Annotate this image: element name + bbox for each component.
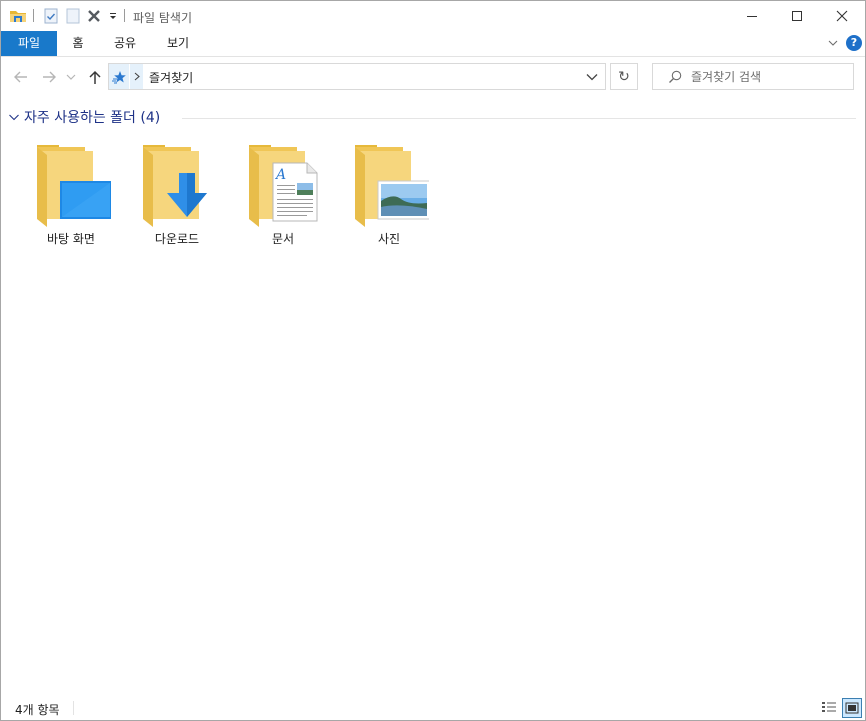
forward-arrow-icon xyxy=(43,71,56,83)
tab-file[interactable]: 파일 xyxy=(1,31,57,56)
tab-view[interactable]: 보기 xyxy=(158,31,198,56)
chevron-down-icon xyxy=(66,74,76,80)
expand-ribbon-icon[interactable] xyxy=(827,37,839,49)
back-button[interactable] xyxy=(11,67,31,87)
window-title: 파일 탐색기 xyxy=(133,11,193,25)
recent-locations-button[interactable] xyxy=(64,67,78,87)
documents-folder-icon: A xyxy=(249,145,318,227)
folder-label: 사진 xyxy=(377,232,401,246)
close-icon xyxy=(836,10,848,22)
tab-home[interactable]: 홈 xyxy=(63,31,93,56)
frequent-folders-header[interactable]: 자주 사용하는 폴더 (4) xyxy=(8,107,160,127)
breadcrumb-chevron-icon[interactable] xyxy=(130,64,143,89)
folder-tile-downloads[interactable]: 다운로드 xyxy=(129,141,225,253)
maximize-button[interactable] xyxy=(774,1,820,31)
large-icons-view-icon xyxy=(845,702,859,714)
quick-access-star-icon[interactable] xyxy=(109,64,129,89)
folder-tile-documents[interactable]: A 문서 xyxy=(235,141,331,253)
folder-label: 다운로드 xyxy=(154,232,200,246)
folder-label: 바탕 화면 xyxy=(47,232,95,246)
maximize-icon xyxy=(792,11,802,21)
tab-share[interactable]: 공유 xyxy=(105,31,145,56)
search-icon xyxy=(669,70,682,83)
group-divider xyxy=(182,118,856,119)
up-button[interactable] xyxy=(85,67,105,87)
title-separator xyxy=(124,9,125,22)
svg-text:A: A xyxy=(274,167,286,183)
folder-tile-pictures[interactable]: 사진 xyxy=(341,141,437,253)
new-folder-icon[interactable] xyxy=(65,8,81,24)
downloads-folder-icon xyxy=(143,145,207,227)
back-arrow-icon xyxy=(14,71,27,83)
minimize-button[interactable] xyxy=(729,1,775,31)
properties-icon[interactable] xyxy=(43,8,59,24)
status-bar: 4개 항목 xyxy=(1,696,865,720)
forward-button[interactable] xyxy=(39,67,59,87)
file-explorer-window: 파일 탐색기 파일 홈 공유 보기 ? 즐겨찾기 ↻ 즐겨찾기 검색 자주 사용… xyxy=(0,0,866,721)
help-icon[interactable]: ? xyxy=(846,35,862,51)
folder-label: 문서 xyxy=(271,232,295,246)
details-view-icon xyxy=(822,702,836,712)
close-button[interactable] xyxy=(819,1,865,31)
item-count: 4개 항목 xyxy=(15,703,60,717)
chevron-down-icon xyxy=(586,74,598,81)
folder-tile-desktop[interactable]: 바탕 화면 xyxy=(23,141,119,253)
navigation-bar: 즐겨찾기 ↻ xyxy=(1,57,865,97)
large-icons-view-button[interactable] xyxy=(842,698,862,718)
status-separator xyxy=(73,701,74,715)
up-arrow-icon xyxy=(89,70,101,84)
customize-dropdown-icon[interactable] xyxy=(107,8,119,24)
address-bar[interactable]: 즐겨찾기 xyxy=(108,63,606,90)
refresh-button[interactable]: ↻ xyxy=(610,63,638,90)
collapse-chevron-icon[interactable] xyxy=(8,111,20,123)
delete-icon[interactable] xyxy=(86,8,102,24)
desktop-folder-icon xyxy=(37,145,111,227)
details-view-button[interactable] xyxy=(819,698,839,718)
quick-access-separator xyxy=(33,9,34,22)
pictures-folder-icon xyxy=(355,145,429,227)
folder-icon[interactable] xyxy=(9,8,27,24)
search-input[interactable] xyxy=(691,68,846,85)
address-history-dropdown[interactable] xyxy=(583,68,601,86)
group-title: 자주 사용하는 폴더 (4) xyxy=(24,110,161,126)
breadcrumb-current[interactable]: 즐겨찾기 xyxy=(149,69,193,86)
ribbon-tabs: 파일 홈 공유 보기 ? xyxy=(1,31,865,57)
minimize-icon xyxy=(747,16,757,17)
search-box[interactable] xyxy=(652,63,854,90)
title-bar: 파일 탐색기 xyxy=(1,1,865,31)
